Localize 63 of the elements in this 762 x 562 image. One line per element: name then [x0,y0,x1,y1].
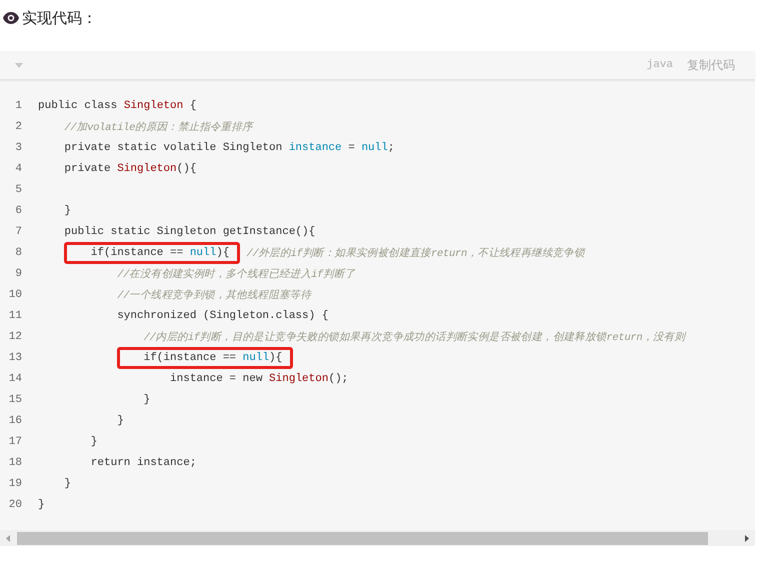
code-text: synchronized (Singleton.class) { [117,310,328,322]
code-text: } [38,498,45,510]
line-number: 5 [14,184,23,196]
class-name: Singleton [124,100,184,112]
code-literal: null [242,352,270,364]
line-number: 18 [8,456,23,468]
line-number: 19 [8,478,23,490]
copy-code-link[interactable]: 复制代码 [687,56,735,74]
code-text: { [188,100,196,112]
code-comment: //外层的if判断：如果实例被创建直接return，不让线程再继续竞争锁 [245,246,585,260]
class-name: Singleton [269,372,328,384]
code-text: } [64,204,71,216]
code-literal: null [190,246,216,258]
line-number: 3 [14,142,23,154]
line-number: 2 [14,120,23,132]
line-number: 17 [8,436,23,448]
section-heading: 实现代码： [22,8,97,28]
code-text: (); [328,372,348,384]
code-text: = [347,142,356,154]
code-text: } [64,478,71,490]
line-number: 20 [8,498,23,510]
language-label: java [646,59,673,71]
scrollbar-thumb[interactable] [17,532,708,544]
code-literal: null [361,142,388,154]
line-number: 10 [8,288,23,300]
line-number: 8 [14,246,23,258]
code-text: if(instance == [90,246,184,258]
code-comment: //加volatile的原因：禁止指令重排序 [64,120,253,134]
eye-icon [3,12,19,24]
line-number: 1 [14,100,23,112]
caret-icon[interactable] [15,62,23,68]
code-text: private [64,162,112,174]
line-number: 6 [14,204,23,216]
code-text: (){ [176,162,196,174]
line-number: 4 [14,162,23,174]
line-number: 12 [8,330,23,342]
code-text: public class [38,100,118,112]
code-text: return instance; [90,456,196,468]
horizontal-scrollbar[interactable] [0,530,755,546]
code-literal: instance [288,142,342,154]
line-number: 15 [8,394,23,406]
class-name: Singleton [117,162,177,174]
code-text: public static Singleton getInstance(){ [64,226,316,238]
line-number: 14 [8,372,23,384]
code-text: if(instance == [144,352,238,364]
scroll-left-icon[interactable] [6,534,10,542]
line-number: 16 [8,414,23,426]
code-text: ){ [216,246,230,258]
code-text: } [90,436,98,448]
line-number: 13 [8,352,23,364]
line-number: 7 [14,226,23,238]
line-number: 11 [8,310,23,322]
code-text: instance = new [170,372,264,384]
code-text: ; [388,142,394,154]
line-number: 9 [14,268,23,280]
code-comment: //一个线程竞争到锁，其他线程阻塞等待 [117,288,312,302]
code-comment: //内层的if判断，目的是让竞争失败的锁如果再次竞争成功的话判断实例是否被创建，创建释放锁return，没有则 [144,330,686,344]
code-comment: //在没有创建实例时，多个线程已经进入if判断了 [117,267,356,280]
code-text: private static volatile Singleton [64,142,284,154]
code-text: ){ [269,352,282,364]
scroll-right-icon[interactable] [745,534,749,542]
code-text: } [144,394,150,406]
code-text: } [117,414,124,426]
